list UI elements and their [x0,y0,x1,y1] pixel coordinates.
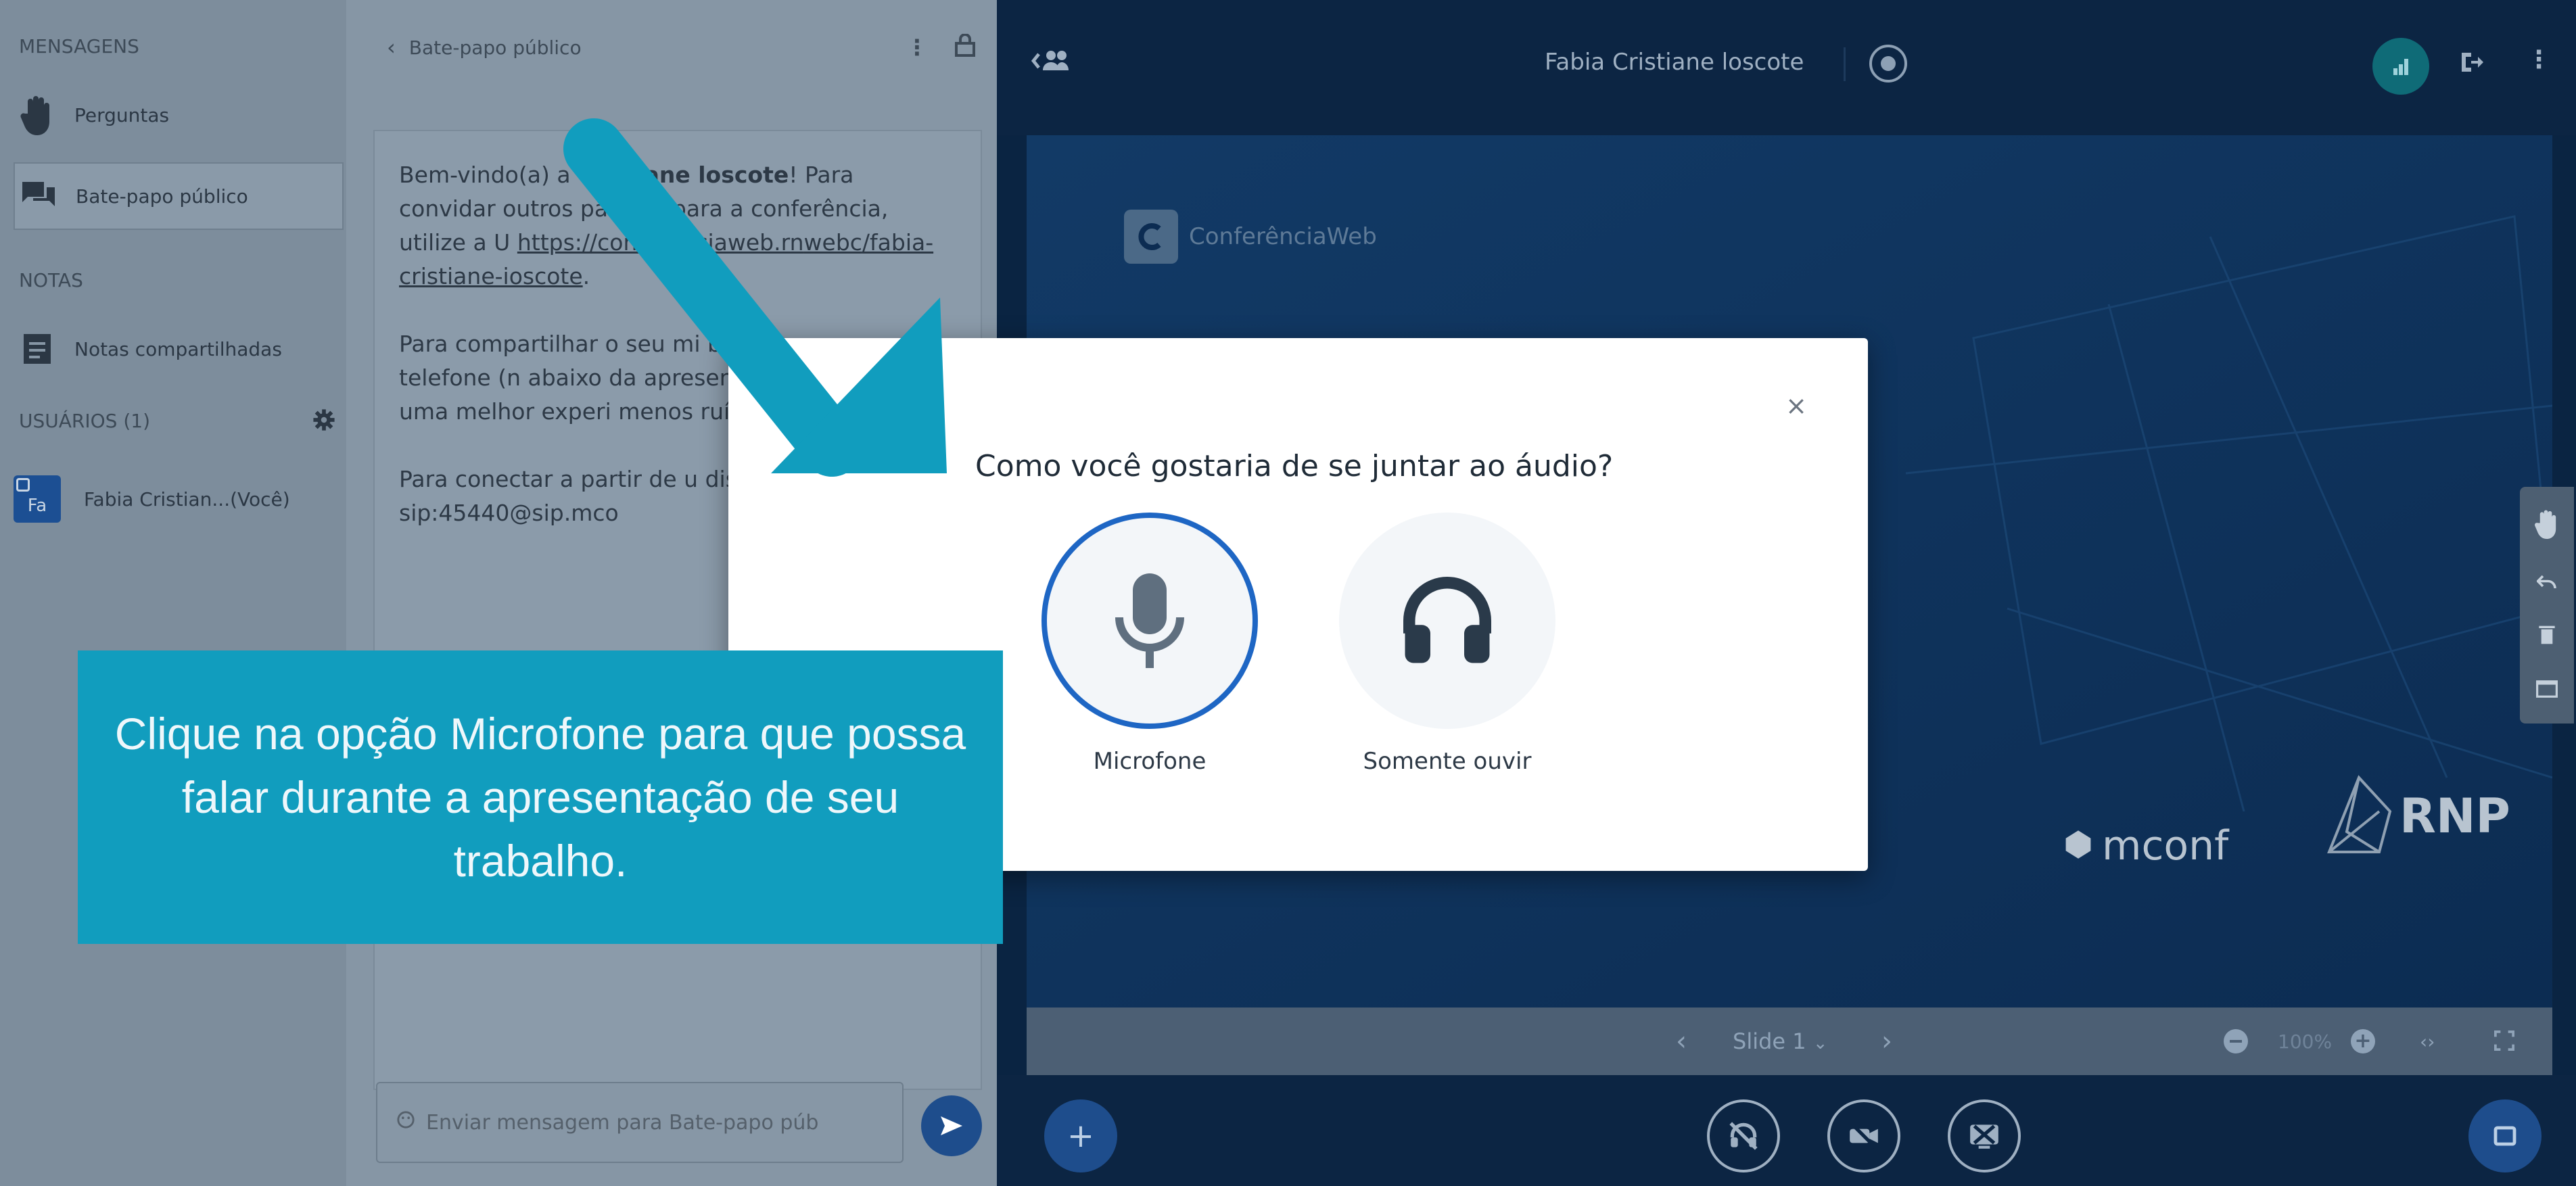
delete-icon[interactable] [2539,625,2555,648]
mconf-logo-icon [2063,829,2094,863]
emoji-icon[interactable] [396,1110,415,1135]
microphone-icon [1115,573,1184,668]
join-audio-button[interactable] [1707,1099,1780,1172]
video-off-icon [1850,1122,1878,1149]
invite-link-2[interactable]: webc [804,229,862,256]
mconf-logo-text: mconf [2102,822,2229,870]
hand-tool-icon[interactable] [2533,509,2560,542]
send-icon [941,1116,962,1135]
chat-message-input[interactable]: Enviar mensagem para Bate-papo púb [376,1082,904,1163]
chevron-down-icon: ⌄ [1812,1033,1828,1053]
instruction-callout: Clique na opção Microfone para que possa… [78,650,1003,944]
messages-section-title: MENSAGENS [19,35,139,57]
headphones-icon [1403,577,1491,663]
screen-share-off-icon [1970,1124,1998,1149]
sidebar-item-questions[interactable]: Perguntas [14,81,344,149]
mconf-logo: mconf [2063,822,2228,870]
zoom-level: 100% [2278,1030,2333,1053]
presenter-icon [16,478,30,492]
sidebar-item-label: Notas compartilhadas [74,337,282,360]
close-icon[interactable]: × [1785,391,1807,421]
zoom-out-button[interactable] [2224,1029,2248,1053]
modal-title: Como você gostaria de se juntar ao áudio… [975,449,1614,483]
meeting-title: Fabia Cristiane loscote [1545,49,1804,76]
presentation-icon [2493,1126,2516,1146]
listen-only-button[interactable] [1339,513,1555,729]
audio-off-icon [1729,1122,1758,1150]
notes-section-title: NOTAS [19,269,83,291]
minus-icon [2230,1040,2242,1043]
leave-icon[interactable] [2458,49,2485,78]
chat-title: Bate-papo público [408,36,582,59]
bottom-bar: + [997,1075,2576,1186]
share-screen-button[interactable] [1948,1099,2021,1172]
more-options-icon[interactable]: ⋮ [906,34,928,60]
chat-header: ‹ Bate-papo público ⋮ [387,27,975,68]
listen-only-option[interactable]: Somente ouvir [1339,513,1555,775]
back-chevron-icon[interactable]: ‹ [387,34,396,60]
next-slide-icon[interactable]: › [1881,1026,1892,1057]
lock-icon[interactable] [955,32,975,62]
fullscreen-whiteboard-icon[interactable] [2536,680,2558,701]
connection-status-button[interactable] [2372,38,2429,95]
notes-icon [14,325,61,373]
chat-icon [15,172,62,220]
send-button[interactable] [921,1095,982,1156]
user-list-item[interactable]: Fa Fabia Cristian...(Você) [14,465,344,533]
prev-slide-icon[interactable]: ‹ [1676,1026,1687,1057]
share-webcam-button[interactable] [1827,1099,1900,1172]
sidebar: MENSAGENS Perguntas Bate-papo público NO… [0,0,346,1186]
options-menu-icon[interactable]: ⋮ [2527,46,2551,74]
rnp-logo: RNP [2322,771,2510,861]
welcome-text: Bem-vindo(a) a [399,162,578,188]
rnp-logo-icon [2322,771,2397,861]
actions-button[interactable]: + [1044,1099,1117,1172]
user-name: Fabia Cristian...(Você) [84,488,290,511]
fullscreen-icon[interactable] [2494,1030,2514,1056]
title-divider [1844,47,1846,81]
raised-hand-icon [14,91,61,139]
conferenciaweb-logo: ConferênciaWeb [1124,210,1377,264]
sidebar-item-public-chat[interactable]: Bate-papo público [14,162,344,230]
slide-label: Slide 1 [1733,1028,1806,1054]
toggle-presentation-button[interactable] [2468,1099,2542,1172]
users-section-title: USUÁRIOS (1) [19,410,151,432]
slide-selector[interactable]: Slide 1 ⌄ [1733,1028,1828,1054]
undo-icon[interactable] [2535,573,2557,594]
welcome-name: Cristiane loscote [578,162,789,188]
chat-input-placeholder: Enviar mensagem para Bate-papo púb [426,1110,819,1135]
invite-link[interactable]: https://conferenciaweb.rn [517,229,804,256]
toggle-users-icon[interactable] [1031,47,1071,77]
microphone-option[interactable]: Microfone [1041,513,1258,775]
plus-icon: + [1067,1117,1095,1155]
signal-icon [2393,59,2408,75]
conferenciaweb-logo-text: ConferênciaWeb [1189,223,1377,250]
sidebar-item-label: Bate-papo público [76,185,248,208]
fit-width-icon[interactable]: ‹› [2420,1030,2435,1053]
conferenciaweb-logo-icon [1124,210,1178,264]
slide-navigation: ‹ Slide 1 ⌄ › 100% + ‹› [1027,1007,2552,1075]
rnp-logo-text: RNP [2399,788,2510,844]
avatar: Fa [14,475,61,523]
gear-icon[interactable] [312,408,335,434]
sidebar-item-shared-notes[interactable]: Notas compartilhadas [14,315,344,383]
listen-only-label: Somente ouvir [1363,748,1532,775]
microphone-button[interactable] [1041,513,1258,729]
plus-icon: + [2354,1029,2372,1053]
microphone-label: Microfone [1093,748,1207,775]
record-icon[interactable] [1869,45,1907,82]
callout-text: Clique na opção Microfone para que possa… [114,709,966,886]
zoom-in-button[interactable]: + [2351,1029,2375,1053]
sidebar-item-label: Perguntas [74,103,170,126]
whiteboard-toolbar [2520,487,2574,724]
top-bar: Fabia Cristiane loscote ⋮ [997,0,2576,135]
